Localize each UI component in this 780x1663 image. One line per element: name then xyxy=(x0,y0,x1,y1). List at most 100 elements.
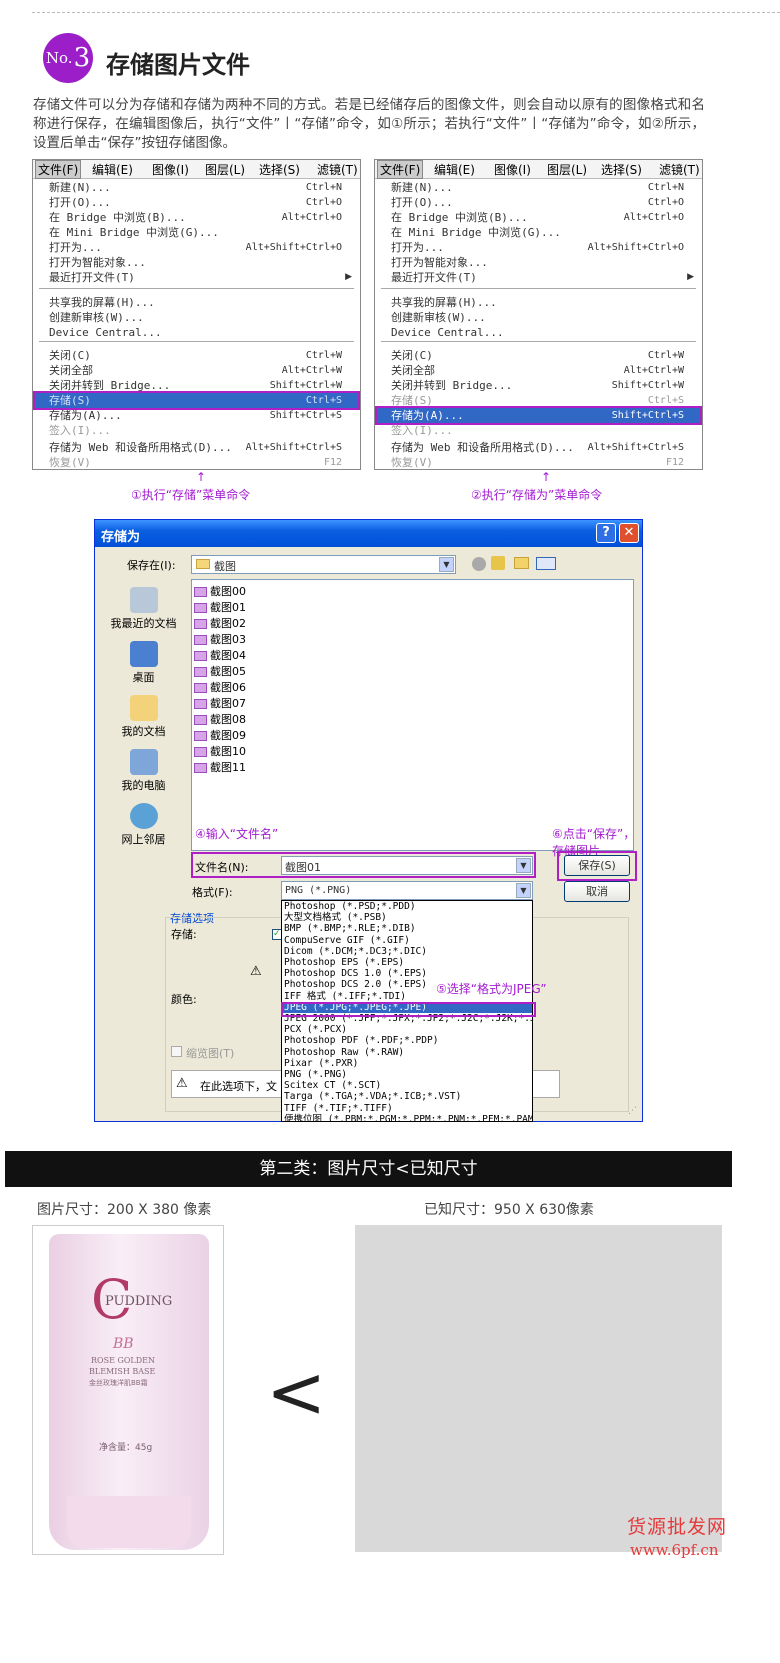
format-option[interactable]: BMP (*.BMP;*.RLE;*.DIB) xyxy=(284,923,416,934)
menu-item[interactable]: 签入(I)... xyxy=(377,423,700,438)
menubar-item[interactable]: 文件(F) xyxy=(35,160,82,179)
format-select[interactable]: PNG (*.PNG) ▼ xyxy=(281,881,533,900)
menubar-item[interactable]: 滤镜(T) xyxy=(659,161,700,178)
list-item[interactable]: 截图02 xyxy=(194,615,246,631)
format-option[interactable]: Photoshop DCS 2.0 (*.EPS) xyxy=(284,979,427,990)
menu-item[interactable]: Device Central... xyxy=(377,325,700,340)
menubar-item[interactable]: 选择(S) xyxy=(601,161,642,178)
menu-item[interactable]: 存储(S) Ctrl+S xyxy=(33,391,360,410)
list-item[interactable]: 截图07 xyxy=(194,695,246,711)
format-option[interactable]: Photoshop (*.PSD;*.PDD) xyxy=(284,901,416,912)
new-folder-icon[interactable] xyxy=(514,557,529,569)
help-icon[interactable]: ? xyxy=(596,523,616,543)
menubar-item[interactable]: 滤镜(T) xyxy=(317,161,358,178)
menu-item[interactable]: 在 Mini Bridge 中浏览(G)... xyxy=(377,225,700,240)
menu-item[interactable]: 最近打开文件(T) ▶ xyxy=(35,270,358,285)
format-option[interactable]: 便携位图 (*.PBM;*.PGM;*.PPM;*.PNM;*.PFM;*.PA… xyxy=(284,1114,532,1121)
menu-item[interactable]: 共享我的屏幕(H)... xyxy=(35,295,358,310)
place-recent[interactable]: 我最近的文档 xyxy=(104,587,183,631)
menu-item[interactable]: 关闭(C) Ctrl+W xyxy=(35,348,358,363)
back-icon[interactable] xyxy=(472,557,486,571)
menu-item[interactable]: 在 Bridge 中浏览(B)... Alt+Ctrl+O xyxy=(377,210,700,225)
menu-item[interactable]: 存储为(A)... Shift+Ctrl+S xyxy=(35,408,358,423)
menu-item[interactable]: 关闭(C) Ctrl+W xyxy=(377,348,700,363)
place-my-computer[interactable]: 我的电脑 xyxy=(104,749,183,793)
menu-item[interactable]: 打开为智能对象... xyxy=(35,255,358,270)
menu-item[interactable]: 共享我的屏幕(H)... xyxy=(377,295,700,310)
list-item[interactable]: 截图03 xyxy=(194,631,246,647)
format-option[interactable]: Photoshop PDF (*.PDF;*.PDP) xyxy=(284,1035,438,1046)
format-option[interactable]: Photoshop EPS (*.EPS) xyxy=(284,957,404,968)
thumbnail-checkbox[interactable] xyxy=(171,1046,182,1057)
menu-item-label: 创建新审核(W)... xyxy=(49,311,144,324)
format-option[interactable]: Pixar (*.PXR) xyxy=(284,1058,358,1069)
menu-item[interactable]: 打开为... Alt+Shift+Ctrl+O xyxy=(35,240,358,255)
filename-input[interactable]: 截图01 ▼ xyxy=(281,856,533,875)
list-item[interactable]: 截图01 xyxy=(194,599,246,615)
menu-item[interactable]: 存储为 Web 和设备所用格式(D)... Alt+Shift+Ctrl+S xyxy=(35,440,358,455)
menubar-item[interactable]: 图层(L) xyxy=(205,161,245,178)
view-menu-icon[interactable] xyxy=(536,557,556,570)
menubar-item[interactable]: 图像(I) xyxy=(494,161,531,178)
menu-item[interactable]: 新建(N)... Ctrl+N xyxy=(377,180,700,195)
menu-item[interactable]: 新建(N)... Ctrl+N xyxy=(35,180,358,195)
format-option[interactable]: PNG (*.PNG) xyxy=(284,1069,347,1080)
menu-item[interactable]: 存储为 Web 和设备所用格式(D)... Alt+Shift+Ctrl+S xyxy=(377,440,700,455)
menu-item[interactable]: 打开(O)... Ctrl+O xyxy=(377,195,700,210)
menu-item[interactable]: 恢复(V) F12 xyxy=(377,455,700,470)
list-item[interactable]: 截图10 xyxy=(194,743,246,759)
chevron-down-icon[interactable]: ▼ xyxy=(516,858,531,873)
chevron-down-icon[interactable]: ▼ xyxy=(439,557,454,572)
list-item[interactable]: 截图06 xyxy=(194,679,246,695)
menubar-item[interactable]: 编辑(E) xyxy=(434,161,475,178)
place-network[interactable]: 网上邻居 xyxy=(104,803,183,847)
menubar-item[interactable]: 文件(F) xyxy=(377,160,424,179)
cancel-button[interactable]: 取消 xyxy=(564,881,630,902)
format-option[interactable]: Targa (*.TGA;*.VDA;*.ICB;*.VST) xyxy=(284,1091,461,1102)
menu-item[interactable]: 恢复(V) F12 xyxy=(35,455,358,470)
place-desktop[interactable]: 桌面 xyxy=(104,641,183,685)
menu-item[interactable]: 在 Mini Bridge 中浏览(G)... xyxy=(35,225,358,240)
menu-item-label: 在 Bridge 中浏览(B)... xyxy=(391,211,528,224)
format-option[interactable]: 大型文档格式 (*.PSB) xyxy=(284,912,387,923)
menubar-item[interactable]: 编辑(E) xyxy=(92,161,133,178)
format-option[interactable]: PCX (*.PCX) xyxy=(284,1024,347,1035)
menu-item[interactable]: 打开(O)... Ctrl+O xyxy=(35,195,358,210)
menu-item[interactable]: 最近打开文件(T) ▶ xyxy=(377,270,700,285)
save-in-dropdown[interactable]: 截图 ▼ xyxy=(191,555,456,574)
format-option[interactable]: CompuServe GIF (*.GIF) xyxy=(284,935,410,946)
save-button[interactable]: 保存(S) xyxy=(564,855,630,876)
menu-item[interactable]: 创建新审核(W)... xyxy=(377,310,700,325)
close-icon[interactable]: ✕ xyxy=(619,523,639,543)
list-item[interactable]: 截图00 xyxy=(194,583,246,599)
resize-grip[interactable]: ⋰ xyxy=(628,1106,637,1116)
menu-item[interactable]: 存储为(A)... Shift+Ctrl+S xyxy=(375,406,702,425)
list-item[interactable]: 截图09 xyxy=(194,727,246,743)
format-option[interactable]: Photoshop DCS 1.0 (*.EPS) xyxy=(284,968,427,979)
format-option[interactable]: IFF 格式 (*.IFF;*.TDI) xyxy=(284,991,406,1002)
list-item[interactable]: 截图05 xyxy=(194,663,246,679)
list-item[interactable]: 截图08 xyxy=(194,711,246,727)
menu-item[interactable]: 打开为智能对象... xyxy=(377,255,700,270)
list-item[interactable]: 截图04 xyxy=(194,647,246,663)
list-item[interactable]: 截图11 xyxy=(194,759,246,775)
menu-item[interactable]: 关闭全部 Alt+Ctrl+W xyxy=(35,363,358,378)
format-option[interactable]: Dicom (*.DCM;*.DC3;*.DIC) xyxy=(284,946,427,957)
chevron-down-icon[interactable]: ▼ xyxy=(516,883,531,898)
menu-item[interactable]: 在 Bridge 中浏览(B)... Alt+Ctrl+O xyxy=(35,210,358,225)
format-option[interactable]: Photoshop Raw (*.RAW) xyxy=(284,1047,404,1058)
menubar-item[interactable]: 图层(L) xyxy=(547,161,587,178)
menu-item[interactable]: 关闭并转到 Bridge... Shift+Ctrl+W xyxy=(377,378,700,393)
file-list[interactable]: 截图00 截图01 截图02 截图03 截图04 截图05 截图06 截图07 截图08 截图09… xyxy=(191,579,634,851)
menu-item[interactable]: 打开为... Alt+Shift+Ctrl+O xyxy=(377,240,700,255)
menubar-item[interactable]: 图像(I) xyxy=(152,161,189,178)
up-folder-icon[interactable] xyxy=(491,556,505,570)
menu-item[interactable]: 创建新审核(W)... xyxy=(35,310,358,325)
menu-item[interactable]: 签入(I)... xyxy=(35,423,358,438)
format-option[interactable]: Scitex CT (*.SCT) xyxy=(284,1080,381,1091)
menu-item[interactable]: 关闭全部 Alt+Ctrl+W xyxy=(377,363,700,378)
place-my-documents[interactable]: 我的文档 xyxy=(104,695,183,739)
format-option[interactable]: TIFF (*.TIF;*.TIFF) xyxy=(284,1103,393,1114)
menubar-item[interactable]: 选择(S) xyxy=(259,161,300,178)
menu-item[interactable]: Device Central... xyxy=(35,325,358,340)
